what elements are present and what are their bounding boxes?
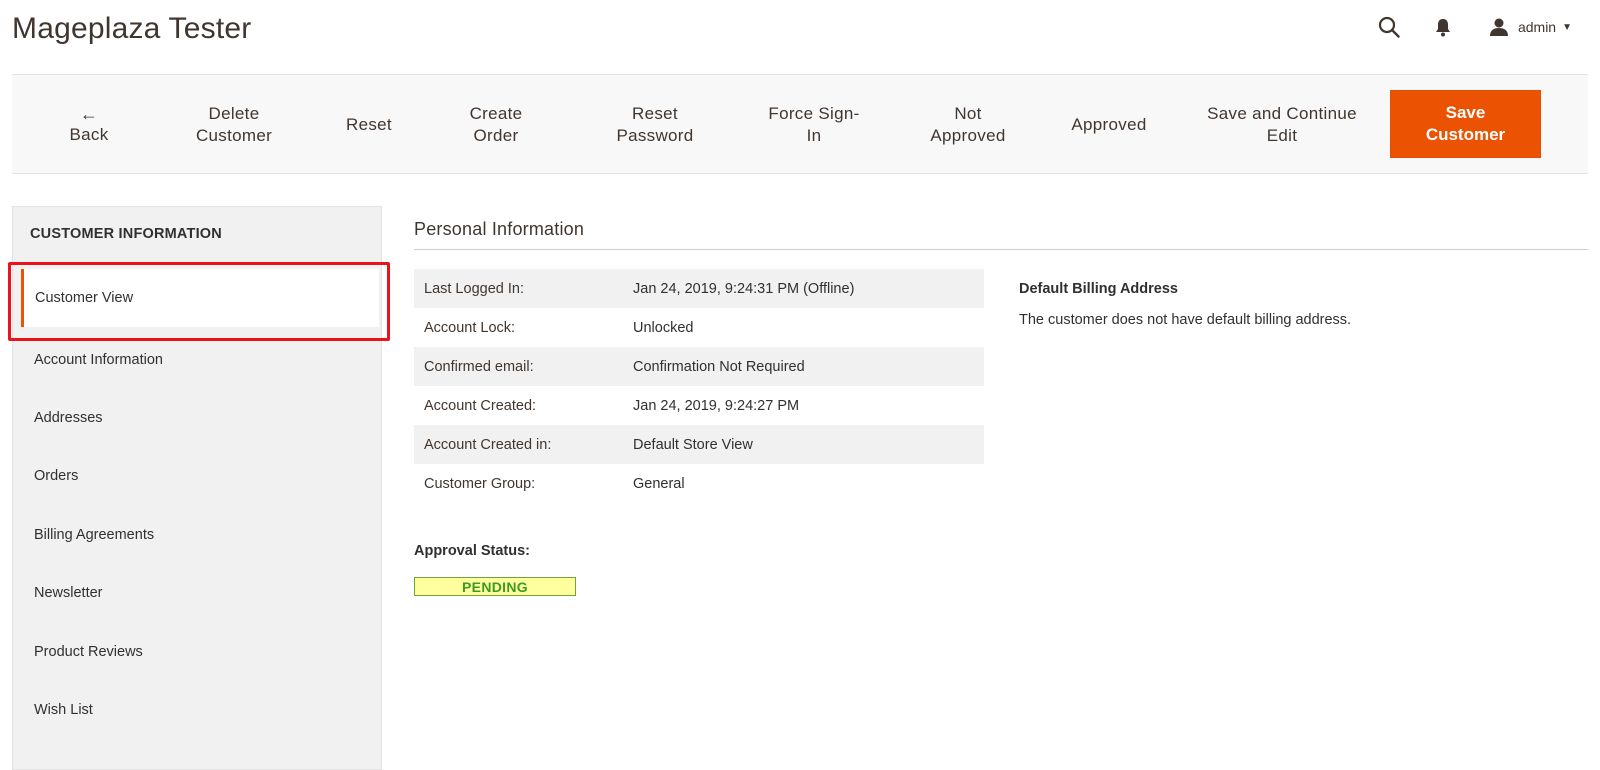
not-approved-label-line2: Approved xyxy=(930,126,1006,145)
force-sign-in-label-line2: In xyxy=(806,126,822,145)
reset-password-button[interactable]: Reset Password xyxy=(608,75,702,175)
reset-password-label-line2: Password xyxy=(616,126,694,145)
approved-button[interactable]: Approved xyxy=(1062,75,1156,175)
delete-customer-button[interactable]: Delete Customer xyxy=(182,75,286,175)
info-label: Last Logged In: xyxy=(424,280,524,297)
info-value: Unlocked xyxy=(633,319,694,336)
reset-password-label-line1: Reset xyxy=(632,104,678,123)
create-order-label-line1: Create xyxy=(469,104,523,123)
info-label: Customer Group: xyxy=(424,475,536,492)
info-value: Jan 24, 2019, 9:24:27 PM xyxy=(633,397,800,414)
create-order-button[interactable]: Create Order xyxy=(458,75,534,175)
delete-customer-label-line2: Customer xyxy=(195,126,273,145)
personal-information-title: Personal Information xyxy=(414,219,585,239)
info-label: Account Created: xyxy=(424,397,537,414)
user-menu[interactable]: admin ▼ xyxy=(1486,14,1572,40)
page-title: Mageplaza Tester xyxy=(12,12,252,45)
page-header: Mageplaza Tester admin ▼ xyxy=(0,0,1600,74)
caret-down-icon: ▼ xyxy=(1562,21,1572,33)
customer-info-sidebar: CUSTOMER INFORMATION Customer View Accou… xyxy=(12,206,382,770)
info-value: Confirmation Not Required xyxy=(633,358,805,375)
header-actions: admin ▼ xyxy=(1376,12,1572,42)
info-label: Confirmed email: xyxy=(424,358,534,375)
sidebar-item-account-information[interactable]: Account Information xyxy=(13,331,381,389)
table-row: Account Lock: Unlocked xyxy=(414,308,984,347)
save-customer-button[interactable]: Save Customer xyxy=(1390,90,1541,158)
save-and-continue-edit-button[interactable]: Save and Continue Edit xyxy=(1192,75,1372,175)
sidebar-item-wish-list[interactable]: Wish List xyxy=(13,681,381,739)
action-toolbar: ← Back Delete Customer Reset Create Orde… xyxy=(12,74,1588,174)
not-approved-label-line1: Not xyxy=(954,104,982,123)
sidebar-item-addresses[interactable]: Addresses xyxy=(13,389,381,447)
info-value: Default Store View xyxy=(633,436,753,453)
table-row: Account Created in: Default Store View xyxy=(414,425,984,464)
bell-icon[interactable] xyxy=(1430,14,1456,40)
sidebar-item-newsletter[interactable]: Newsletter xyxy=(13,564,381,622)
not-approved-button[interactable]: Not Approved xyxy=(923,75,1013,175)
create-order-label-line2: Order xyxy=(473,126,519,145)
info-label: Account Lock: xyxy=(424,319,516,336)
sidebar-item-product-reviews[interactable]: Product Reviews xyxy=(13,623,381,681)
delete-customer-label-line1: Delete xyxy=(208,104,260,123)
sidebar-item-customer-view[interactable]: Customer View xyxy=(21,269,379,327)
sidebar-item-billing-agreements[interactable]: Billing Agreements xyxy=(13,506,381,564)
info-label: Account Created in: xyxy=(424,436,552,453)
default-billing-address-text: The customer does not have default billi… xyxy=(1019,312,1352,328)
force-sign-in-button[interactable]: Force Sign- In xyxy=(762,75,866,175)
info-value: General xyxy=(633,475,685,492)
table-row: Customer Group: General xyxy=(414,464,984,503)
info-value: Jan 24, 2019, 9:24:31 PM (Offline) xyxy=(633,280,855,297)
save-customer-label-line1: Save xyxy=(1445,103,1486,122)
table-row: Confirmed email: Confirmation Not Requir… xyxy=(414,347,984,386)
back-label: Back xyxy=(69,125,109,144)
personal-info-table: Last Logged In: Jan 24, 2019, 9:24:31 PM… xyxy=(414,269,984,503)
save-continue-label-line1: Save and Continue xyxy=(1207,104,1357,123)
force-sign-in-label-line1: Force Sign- xyxy=(768,104,860,123)
approval-status-label: Approval Status: xyxy=(414,543,531,559)
back-button[interactable]: ← Back xyxy=(56,75,122,175)
table-row: Account Created: Jan 24, 2019, 9:24:27 P… xyxy=(414,386,984,425)
table-row: Last Logged In: Jan 24, 2019, 9:24:31 PM… xyxy=(414,269,984,308)
reset-button[interactable]: Reset xyxy=(336,75,402,175)
sidebar-title: CUSTOMER INFORMATION xyxy=(30,226,222,242)
sidebar-item-orders[interactable]: Orders xyxy=(13,447,381,505)
search-icon[interactable] xyxy=(1376,14,1402,40)
status-badge: PENDING xyxy=(414,577,576,596)
save-customer-label-line2: Customer xyxy=(1425,125,1506,144)
save-continue-label-line2: Edit xyxy=(1266,126,1298,145)
default-billing-address-title: Default Billing Address xyxy=(1019,281,1178,297)
section-divider xyxy=(414,249,1588,250)
admin-user-label: admin xyxy=(1517,19,1557,35)
user-icon xyxy=(1486,14,1512,40)
back-arrow-icon: ← xyxy=(79,104,99,124)
